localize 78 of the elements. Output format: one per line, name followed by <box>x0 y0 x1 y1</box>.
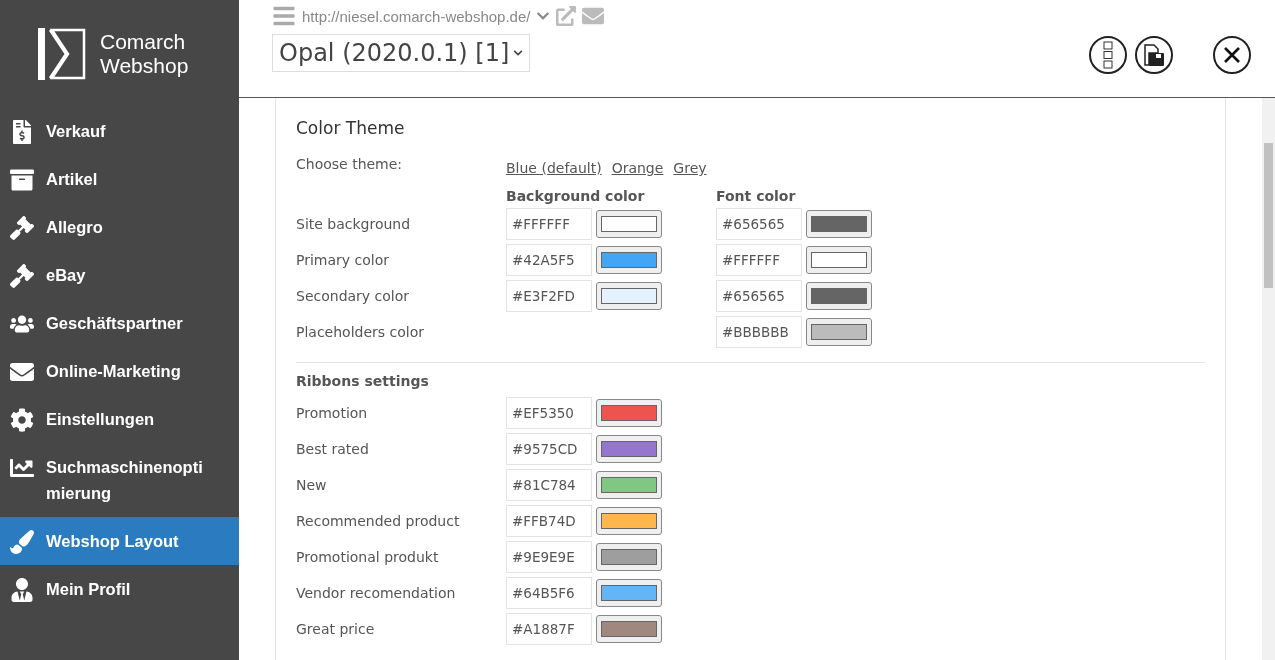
section-title: Ribbons settings <box>296 373 430 389</box>
theme-link[interactable]: Blue (default) <box>506 160 602 176</box>
column-heading: Font color <box>716 188 797 204</box>
color-input[interactable]: #81C784 <box>506 469 592 501</box>
sidebar-item[interactable]: Mein Profil <box>0 565 239 613</box>
column-heading: Background color <box>506 188 646 204</box>
color-input[interactable]: #E3F2FD <box>506 280 592 312</box>
sidebar-item[interactable]: Einstellungen <box>0 395 239 443</box>
field-label: Primary color <box>296 252 391 268</box>
close-button[interactable] <box>1213 36 1251 74</box>
field-label: Choose theme: <box>296 156 404 172</box>
color-input[interactable]: #FFFFFF <box>716 244 802 276</box>
field-label: Secondary color <box>296 288 411 304</box>
sidebar-item[interactable]: Artikel <box>0 155 239 203</box>
color-input[interactable]: #656565 <box>716 280 802 312</box>
color-swatch[interactable] <box>806 210 872 238</box>
color-swatch[interactable] <box>596 579 662 607</box>
color-swatch[interactable] <box>596 282 662 310</box>
color-swatch[interactable] <box>806 282 872 310</box>
save-button[interactable] <box>1135 36 1173 74</box>
field-label: Great price <box>296 621 376 637</box>
color-input[interactable]: #64B5F6 <box>506 577 592 609</box>
section-title: Color Theme <box>296 118 406 138</box>
color-swatch[interactable] <box>596 435 662 463</box>
sidebar-item[interactable]: Verkauf <box>0 107 239 155</box>
color-input[interactable]: #BBBBBB <box>716 316 802 348</box>
logo-icon <box>38 27 86 80</box>
field-label: New <box>296 477 328 493</box>
chart-icon <box>10 456 34 480</box>
color-swatch[interactable] <box>806 318 872 346</box>
sidebar-item[interactable]: Suchmaschinenoptimierung <box>0 443 239 517</box>
person-icon <box>10 578 34 602</box>
color-swatch[interactable] <box>596 399 662 427</box>
gavel-icon <box>10 216 34 240</box>
columns-button[interactable] <box>1089 36 1127 74</box>
brand-name: Comarch Webshop <box>100 29 189 78</box>
color-swatch[interactable] <box>596 615 662 643</box>
gavel-icon <box>10 264 34 288</box>
field-label: Placeholders color <box>296 324 426 340</box>
field-label: Vendor recomendation <box>296 585 457 601</box>
color-input[interactable]: #9575CD <box>506 433 592 465</box>
sidebar-item[interactable]: eBay <box>0 251 239 299</box>
color-input[interactable]: #A1887F <box>506 613 592 645</box>
save-icon <box>1143 43 1165 67</box>
color-swatch[interactable] <box>596 246 662 274</box>
gear-icon <box>10 408 34 432</box>
color-swatch[interactable] <box>596 507 662 535</box>
sidebar-item[interactable]: Allegro <box>0 203 239 251</box>
color-input[interactable]: #656565 <box>716 208 802 240</box>
theme-link[interactable]: Orange <box>611 160 664 176</box>
color-input[interactable]: #FFFFFF <box>506 208 592 240</box>
color-input[interactable]: #9E9E9E <box>506 541 592 573</box>
color-input[interactable]: #EF5350 <box>506 397 592 429</box>
field-label: Promotional produkt <box>296 549 440 565</box>
field-label: Best rated <box>296 441 370 457</box>
version-select[interactable]: Opal (2020.0.1) [1] <box>272 34 531 72</box>
sidebar-item[interactable]: Geschäftspartner <box>0 299 239 347</box>
brush-icon <box>10 530 34 554</box>
chevron-down-icon <box>513 48 524 58</box>
color-swatch[interactable] <box>596 210 662 238</box>
shop-url-link[interactable]: http://niesel.comarch-webshop.de/ <box>302 7 531 25</box>
squares-icon <box>1103 41 1113 69</box>
box-icon <box>10 168 34 192</box>
sidebar-item[interactable]: Online-Marketing <box>0 347 239 395</box>
color-input[interactable]: #42A5F5 <box>506 244 592 276</box>
document-icon <box>10 120 34 144</box>
close-icon <box>1223 46 1241 64</box>
color-swatch[interactable] <box>596 471 662 499</box>
field-label: Recommended product <box>296 513 461 529</box>
color-input[interactable]: #FFB74D <box>506 505 592 537</box>
envelope-icon <box>10 360 34 384</box>
field-label: Promotion <box>296 405 369 421</box>
scrollbar[interactable] <box>1262 98 1275 660</box>
field-label: Site background <box>296 216 412 232</box>
theme-link[interactable]: Grey <box>673 160 707 176</box>
color-swatch[interactable] <box>596 543 662 571</box>
sidebar-item[interactable]: Webshop Layout <box>0 517 239 565</box>
color-swatch[interactable] <box>806 246 872 274</box>
